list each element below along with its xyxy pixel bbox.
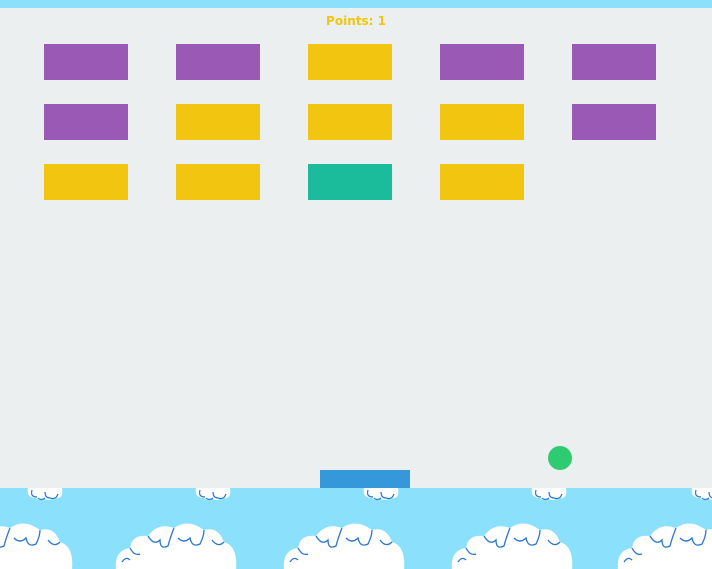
brick-yellow <box>176 164 260 200</box>
brick-purple <box>44 44 128 80</box>
brick-yellow <box>308 104 392 140</box>
score-display: Points: 1 <box>326 14 386 28</box>
brick-teal <box>308 164 392 200</box>
cloud-row-bottom <box>0 522 712 569</box>
brick-purple <box>440 44 524 80</box>
game-canvas[interactable]: Points: 1 <box>0 8 712 488</box>
cloud-background <box>0 488 712 569</box>
brick-yellow <box>44 164 128 200</box>
brick-yellow <box>440 104 524 140</box>
brick-yellow <box>176 104 260 140</box>
brick-yellow <box>440 164 524 200</box>
brick-purple <box>44 104 128 140</box>
brick-purple <box>176 44 260 80</box>
ball <box>548 446 572 470</box>
cloud-row-top <box>27 488 712 501</box>
brick-purple <box>572 44 656 80</box>
clouds-decoration <box>0 488 712 569</box>
brick-purple <box>572 104 656 140</box>
brick-yellow <box>308 44 392 80</box>
paddle[interactable] <box>320 470 410 488</box>
top-strip <box>0 0 712 8</box>
